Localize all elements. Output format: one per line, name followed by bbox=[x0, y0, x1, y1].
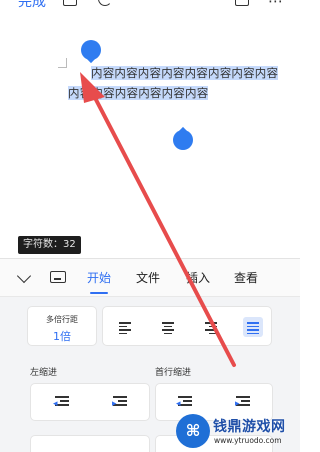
watermark-logo-icon: ⌘ bbox=[176, 414, 210, 448]
watermark-url: www.ytruodo.com bbox=[214, 436, 282, 445]
collapse-chevron-icon[interactable] bbox=[16, 268, 32, 284]
selection-start-handle[interactable] bbox=[81, 40, 101, 60]
top-bar: 完成 ⋯ bbox=[0, 0, 300, 12]
site-watermark: ⌘ 钱鼎游戏网 www.ytruodo.com bbox=[176, 410, 300, 452]
align-center-button[interactable] bbox=[158, 317, 178, 337]
paragraph-marker bbox=[58, 58, 67, 68]
panel-tab-bar: 开始 文件 插入 查看 bbox=[0, 259, 300, 297]
active-tab-indicator bbox=[90, 292, 108, 294]
selection-end-handle[interactable] bbox=[173, 130, 193, 150]
line-spacing-button[interactable]: 多倍行距 1倍 bbox=[27, 306, 97, 346]
tab-insert[interactable]: 插入 bbox=[186, 269, 210, 286]
align-right-button[interactable] bbox=[201, 317, 221, 337]
left-indent-group: ◂ ▸ bbox=[30, 383, 150, 421]
document-text-line-1[interactable]: 内容内容内容内容内容内容内容内容 bbox=[91, 65, 279, 82]
keyboard-icon[interactable] bbox=[50, 271, 66, 283]
paragraph-option-button[interactable] bbox=[30, 435, 150, 452]
watermark-brand: 钱鼎游戏网 bbox=[213, 419, 286, 435]
selected-text[interactable]: 内容内容内容内容内容内容 bbox=[68, 86, 209, 100]
line-spacing-value: 1倍 bbox=[53, 330, 71, 343]
tab-file[interactable]: 文件 bbox=[136, 269, 160, 286]
align-left-button[interactable] bbox=[115, 317, 135, 337]
done-button[interactable]: 完成 bbox=[18, 0, 46, 11]
document-text-line-2[interactable]: 内容内容内容内容内容内容 bbox=[68, 85, 209, 102]
word-count-badge: 字符数：32 bbox=[18, 236, 81, 254]
tab-view[interactable]: 查看 bbox=[234, 269, 258, 286]
undo-icon[interactable] bbox=[98, 0, 112, 6]
alignment-group bbox=[102, 306, 272, 346]
left-indent-label: 左缩进 bbox=[30, 368, 58, 378]
line-spacing-title: 多倍行距 bbox=[46, 315, 78, 324]
tab-home[interactable]: 开始 bbox=[87, 269, 111, 286]
save-icon[interactable] bbox=[63, 0, 77, 6]
first-line-indent-label: 首行缩进 bbox=[155, 368, 192, 378]
align-justify-button[interactable] bbox=[243, 317, 263, 337]
align-justify-icon bbox=[247, 322, 259, 336]
document-canvas[interactable]: 内容内容内容内容内容内容内容内容 内容内容内容内容内容内容 bbox=[0, 12, 300, 258]
align-center-icon bbox=[162, 322, 174, 336]
share-icon[interactable] bbox=[235, 0, 249, 6]
more-icon[interactable]: ⋯ bbox=[268, 0, 283, 9]
selected-text[interactable]: 内容内容内容内容内容内容内容内容 bbox=[91, 66, 279, 80]
align-right-icon bbox=[205, 322, 217, 336]
align-left-icon bbox=[119, 322, 131, 336]
